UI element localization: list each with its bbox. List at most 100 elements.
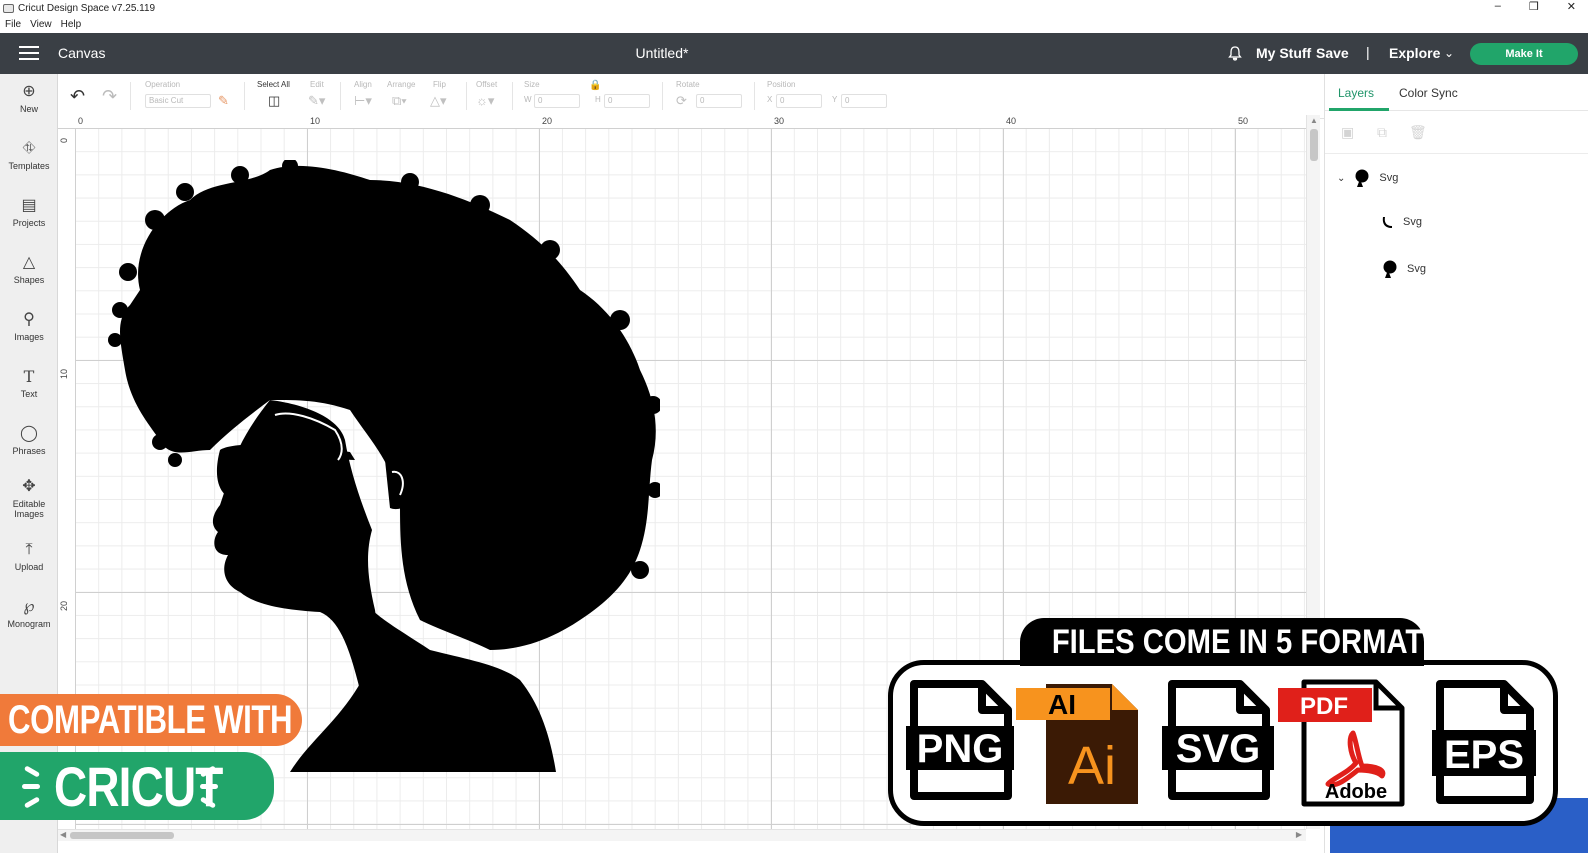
sidebar-item-label: Shapes xyxy=(13,275,45,285)
adobe-label: Adobe xyxy=(1325,781,1387,803)
sidebar-item-upload[interactable]: ⤒ Upload xyxy=(0,541,58,572)
sidebar-item-label: Text xyxy=(20,389,38,399)
layer-row[interactable]: Svg xyxy=(1381,215,1422,229)
tab-layers[interactable]: Layers xyxy=(1338,86,1374,100)
app-icon xyxy=(3,3,14,13)
minimize-button[interactable]: – xyxy=(1495,0,1501,13)
pen-icon[interactable]: ✎ xyxy=(218,93,229,109)
ruler-tick: 20 xyxy=(542,116,553,126)
close-button[interactable]: ✕ xyxy=(1567,0,1576,13)
restore-button[interactable]: ❒ xyxy=(1529,0,1539,13)
menu-view[interactable]: View xyxy=(30,19,52,30)
flip-icon[interactable]: △▾ xyxy=(430,93,447,109)
sidebar-item-label: Projects xyxy=(12,218,46,228)
horizontal-scrollbar[interactable]: ◀ ▶ xyxy=(58,829,1306,841)
trash-icon[interactable]: 🗑 xyxy=(1409,124,1427,141)
scroll-up-icon[interactable]: ▲ xyxy=(1310,116,1318,125)
sidebar-item-label: Monogram xyxy=(7,619,51,629)
sidebar-item-phrases[interactable]: ◯ Phrases xyxy=(0,425,58,456)
clipboard-icon: ▤ xyxy=(21,197,37,214)
layer-name: Svg xyxy=(1407,263,1426,275)
x-label: X xyxy=(767,95,773,104)
undo-icon[interactable]: ↶ xyxy=(70,86,85,107)
group-icon[interactable]: ▣ xyxy=(1341,124,1354,141)
make-it-button[interactable]: Make It xyxy=(1470,43,1578,65)
pdf-file-icon: PDF Adobe xyxy=(1278,679,1405,807)
layer-thumbnail-icon xyxy=(1383,260,1397,278)
speech-bubble-icon: ◯ xyxy=(20,425,38,442)
explore-button[interactable]: Explore xyxy=(1389,45,1440,61)
plus-circle-icon: ⊕ xyxy=(22,83,36,100)
select-all-label: Select All xyxy=(257,80,290,89)
offset-label: Offset xyxy=(476,80,498,89)
layer-row[interactable]: Svg xyxy=(1381,260,1426,278)
layer-group-row[interactable]: ⌄ Svg xyxy=(1337,169,1398,187)
sidebar-item-label: Editable Images xyxy=(12,499,46,519)
select-all-icon[interactable]: ◫ xyxy=(268,93,280,109)
width-label: W xyxy=(524,95,532,104)
vertical-scroll-thumb[interactable] xyxy=(1310,129,1318,161)
lock-icon[interactable]: 🔒 xyxy=(589,80,601,91)
operation-label: Operation xyxy=(145,80,181,89)
sidebar-item-label: Upload xyxy=(14,562,44,572)
sidebar-item-images[interactable]: ⚲ Images xyxy=(0,311,58,342)
formats-title: FILES COME IN 5 FORMATS xyxy=(1051,623,1443,661)
upload-icon: ⤒ xyxy=(25,541,33,558)
operation-select[interactable]: Basic Cut xyxy=(145,94,211,108)
sidebar-item-templates[interactable]: ⛗ Templates xyxy=(0,140,58,171)
tab-color-sync[interactable]: Color Sync xyxy=(1399,86,1458,100)
afro-woman-silhouette-image[interactable] xyxy=(100,160,660,772)
duplicate-icon[interactable]: ⧉ xyxy=(1377,124,1387,141)
monogram-icon: ℘ xyxy=(23,598,35,615)
menu-file[interactable]: File xyxy=(5,19,21,30)
sidebar-item-new[interactable]: ⊕ New xyxy=(0,83,58,114)
cricut-text: CRICUT xyxy=(54,755,223,818)
app-window: Cricut Design Space v7.25.119 – ❒ ✕ File… xyxy=(0,0,1588,853)
svg-label: SVG xyxy=(1176,727,1260,771)
size-label: Size xyxy=(524,80,540,89)
editable-images-icon: ✥ xyxy=(22,478,36,495)
sidebar-item-label: Phrases xyxy=(12,446,46,456)
arrange-icon[interactable]: ⧉▾ xyxy=(392,93,407,109)
y-field[interactable]: 0 xyxy=(841,94,887,108)
edit-icon[interactable]: ✎▾ xyxy=(308,93,325,109)
rotate-field[interactable]: 0 xyxy=(696,94,742,108)
ruler-tick: 0 xyxy=(78,116,84,126)
align-icon[interactable]: ⊢▾ xyxy=(354,93,372,109)
layer-thumbnail-icon xyxy=(1382,217,1392,228)
ruler-tick: 50 xyxy=(1238,116,1249,126)
bell-icon[interactable] xyxy=(1227,45,1243,61)
rotate-label: Rotate xyxy=(676,80,700,89)
ai-sub-label: Ai xyxy=(1068,736,1116,796)
edit-toolbar: ↶ ↷ Operation Basic Cut ✎ Select All ◫ E… xyxy=(58,74,1340,119)
document-title[interactable]: Untitled* xyxy=(0,45,1324,61)
height-field[interactable]: 0 xyxy=(604,94,650,108)
rotate-icon[interactable]: ⟳ xyxy=(676,93,687,109)
scroll-right-icon[interactable]: ▶ xyxy=(1296,830,1302,839)
offset-icon[interactable]: ☼▾ xyxy=(476,93,494,109)
x-field[interactable]: 0 xyxy=(776,94,822,108)
window-controls: – ❒ ✕ xyxy=(1495,0,1576,13)
sidebar-item-text[interactable]: T Text xyxy=(0,368,58,400)
position-label: Position xyxy=(767,80,796,89)
scroll-left-icon[interactable]: ◀ xyxy=(60,830,66,839)
my-stuff-button[interactable]: My Stuff xyxy=(1256,45,1311,61)
sidebar-item-editable-images[interactable]: ✥ Editable Images xyxy=(0,478,58,519)
menu-bar: File View Help xyxy=(0,16,1588,33)
app-header: Canvas Untitled* My Stuff Save | Explore… xyxy=(0,33,1588,74)
eps-file-icon: EPS xyxy=(1432,680,1536,804)
horizontal-scroll-thumb[interactable] xyxy=(70,832,174,839)
sidebar-item-shapes[interactable]: △ Shapes xyxy=(0,254,58,285)
flip-label: Flip xyxy=(433,80,446,89)
sidebar-item-monogram[interactable]: ℘ Monogram xyxy=(0,598,58,629)
width-field[interactable]: 0 xyxy=(534,94,580,108)
menu-help[interactable]: Help xyxy=(61,19,82,30)
sidebar-item-projects[interactable]: ▤ Projects xyxy=(0,197,58,228)
title-bar: Cricut Design Space v7.25.119 – ❒ ✕ xyxy=(0,0,1588,16)
eps-label: EPS xyxy=(1444,733,1524,777)
save-button[interactable]: Save xyxy=(1316,45,1349,61)
redo-icon[interactable]: ↷ xyxy=(102,86,117,107)
chevron-down-icon[interactable]: ⌄ xyxy=(1444,46,1454,60)
ruler-horizontal: 0 10 20 30 40 50 xyxy=(58,115,1306,129)
chevron-down-icon[interactable]: ⌄ xyxy=(1337,173,1345,184)
